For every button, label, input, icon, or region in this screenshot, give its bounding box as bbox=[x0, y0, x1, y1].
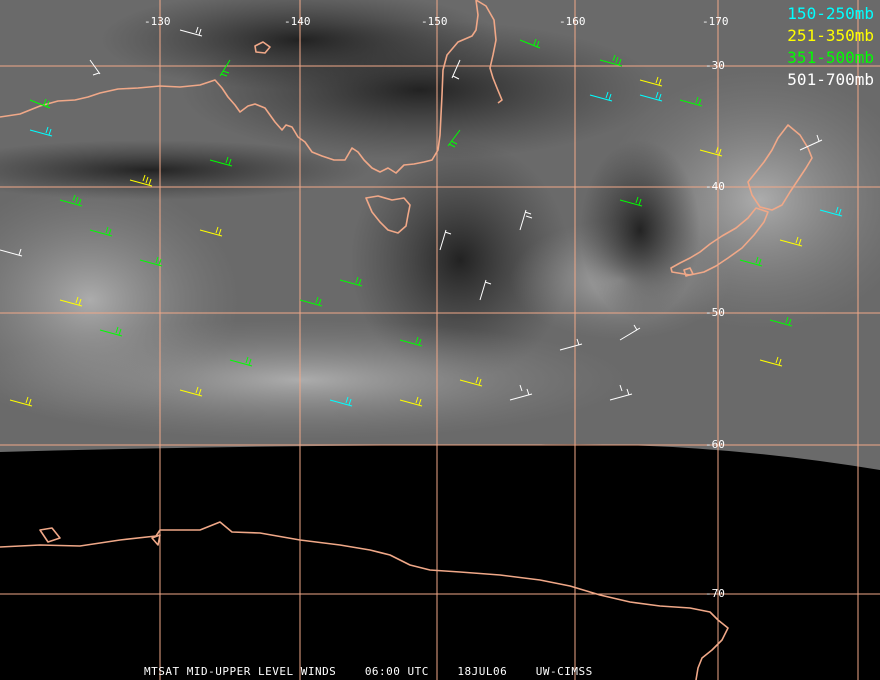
longitude-label: -130 bbox=[144, 15, 171, 28]
longitude-label: -140 bbox=[284, 15, 311, 28]
caption-source: UW-CIMSS bbox=[535, 665, 593, 678]
latitude-label: -70 bbox=[705, 587, 725, 600]
legend-251-350mb: 251-350mb bbox=[787, 26, 874, 45]
caption-bar: MTSAT MID-UPPER LEVEL WINDS 06:00 UTC 18… bbox=[144, 666, 593, 678]
caption-date: 18JUL06 bbox=[457, 665, 508, 678]
caption-product: MTSAT MID-UPPER LEVEL WINDS bbox=[144, 665, 337, 678]
legend-351-500mb: 351-500mb bbox=[787, 48, 874, 67]
longitude-label: -150 bbox=[421, 15, 448, 28]
legend-150-250mb: 150-250mb bbox=[787, 4, 874, 23]
latitude-label: -30 bbox=[705, 59, 725, 72]
latitude-label: -50 bbox=[705, 306, 725, 319]
latitude-label: -40 bbox=[705, 180, 725, 193]
longitude-label: -160 bbox=[559, 15, 586, 28]
legend-501-700mb: 501-700mb bbox=[787, 70, 874, 89]
map-canvas bbox=[0, 0, 880, 680]
latitude-label: -60 bbox=[705, 438, 725, 451]
caption-time: 06:00 UTC bbox=[364, 665, 429, 678]
longitude-label: -170 bbox=[702, 15, 729, 28]
water-vapor-imagery bbox=[0, 0, 880, 470]
antarctica-inlet bbox=[39, 527, 61, 543]
dry-ring-nz bbox=[580, 140, 700, 320]
antarctica-coast bbox=[0, 521, 729, 680]
satellite-wind-map: -130 -140 -150 -160 -170 -30 -40 -50 -60… bbox=[0, 0, 880, 680]
